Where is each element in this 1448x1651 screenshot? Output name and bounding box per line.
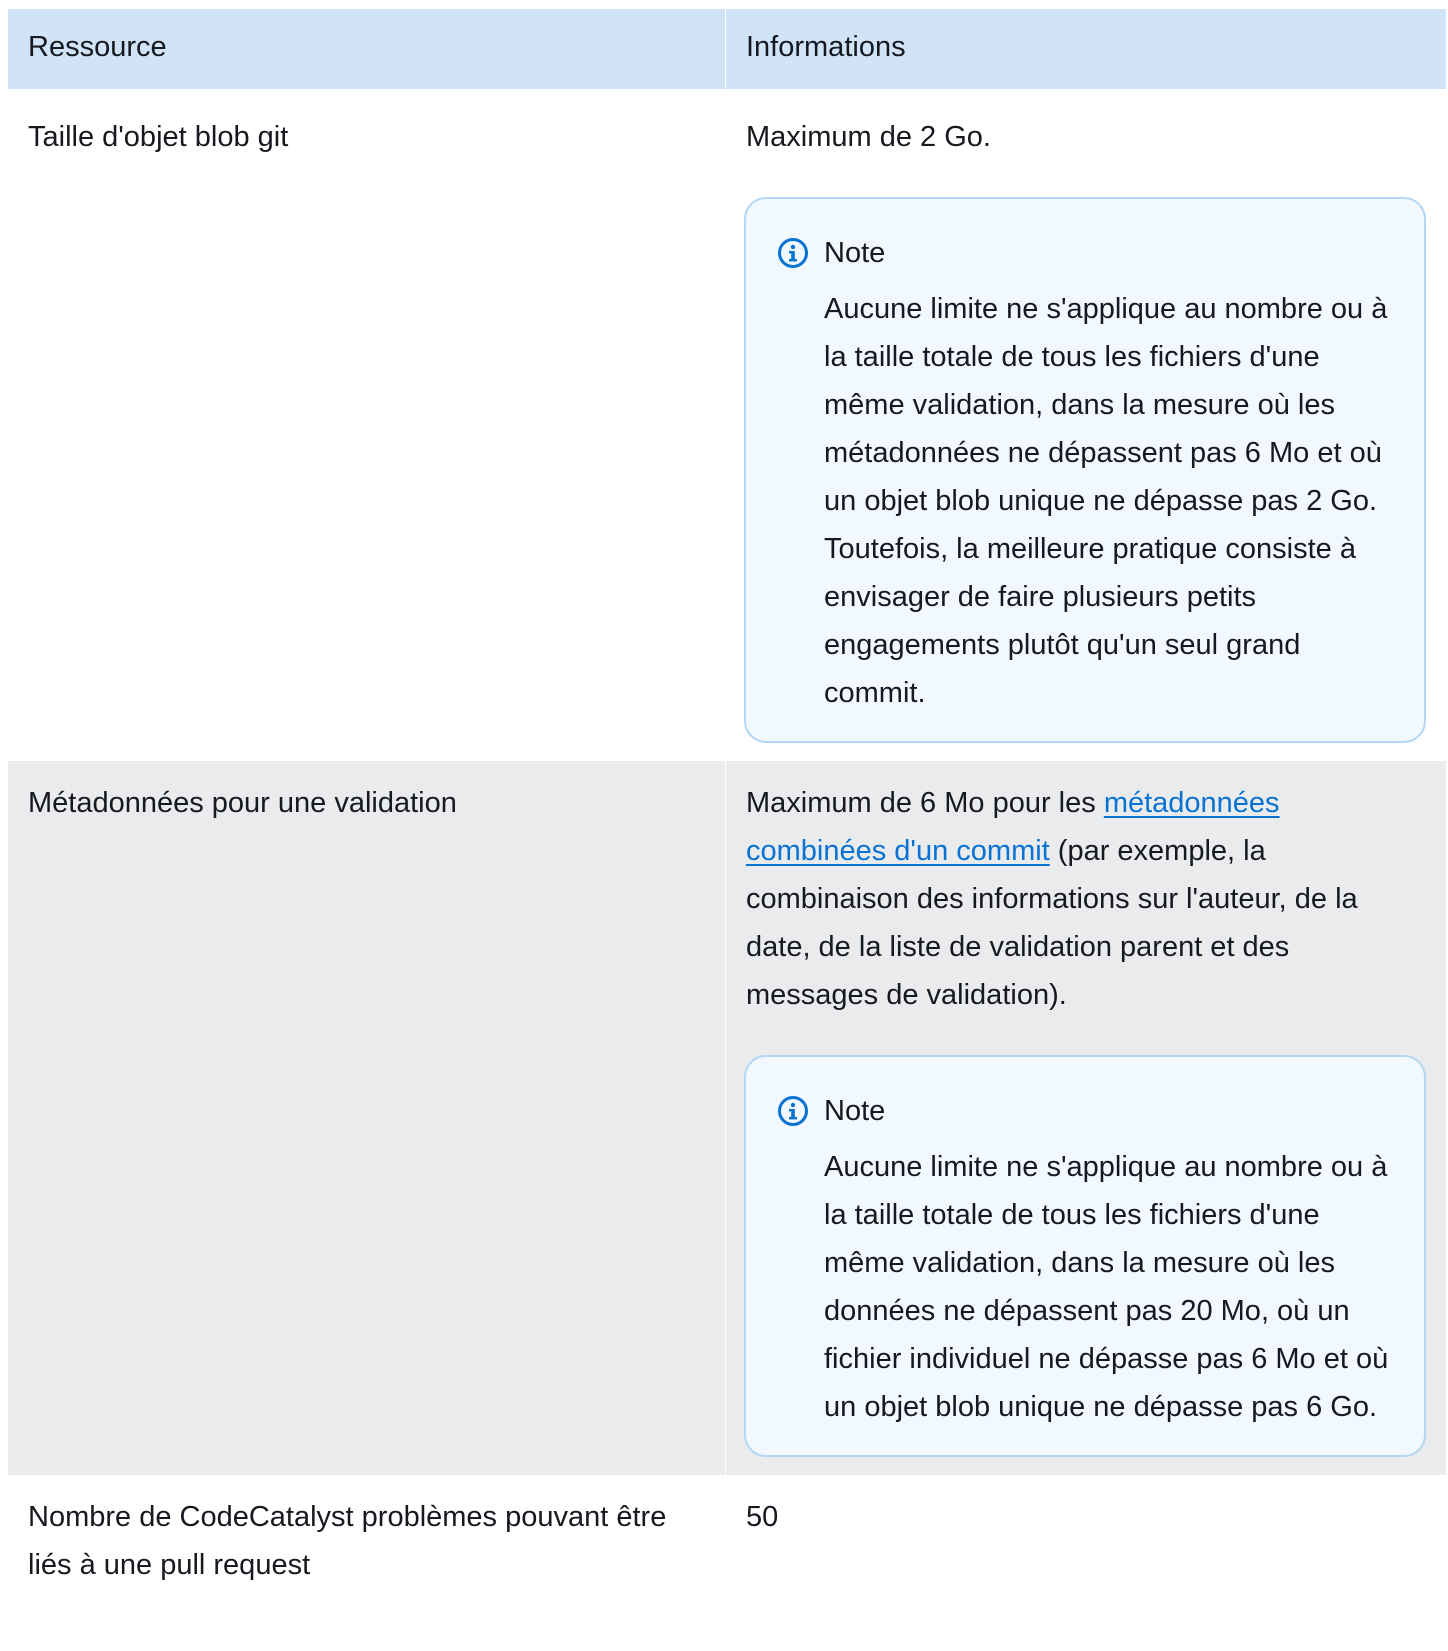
note-header: Note bbox=[776, 1087, 1394, 1135]
table-row: Métadonnées pour une validation Maximum … bbox=[8, 761, 1446, 1475]
note-title: Note bbox=[824, 1095, 886, 1127]
resource-cell: Nombre de CodeCatalyst problèmes pouvant… bbox=[28, 1501, 667, 1581]
info-circle-icon bbox=[776, 236, 810, 270]
table-row: Nombre de CodeCatalyst problèmes pouvant… bbox=[8, 1475, 1446, 1589]
note-header: Note bbox=[776, 229, 1394, 277]
note-box: Note Aucune limite ne s'applique au nomb… bbox=[744, 1055, 1426, 1457]
info-circle-icon bbox=[776, 1094, 810, 1128]
header-resource: Ressource bbox=[8, 9, 726, 89]
info-cell: 50 bbox=[746, 1501, 779, 1533]
header-info: Informations bbox=[746, 31, 906, 63]
info-text: Maximum de 2 Go. bbox=[746, 121, 991, 153]
resource-cell: Taille d'objet blob git bbox=[28, 121, 289, 153]
table-row: Taille d'objet blob git Maximum de 2 Go. bbox=[8, 89, 1446, 761]
info-prefix: Maximum de 6 Mo pour les bbox=[746, 787, 1104, 819]
info-text: Maximum de 6 Mo pour les métadonnées com… bbox=[746, 779, 1426, 1019]
info-cell: Maximum de 2 Go. Note Aucune limite ne s… bbox=[726, 89, 1446, 761]
table-header-row: Ressource Informations bbox=[8, 9, 1446, 89]
note-box: Note Aucune limite ne s'applique au nomb… bbox=[744, 197, 1426, 743]
note-text: Aucune limite ne s'applique au nombre ou… bbox=[824, 293, 1388, 709]
note-title: Note bbox=[824, 237, 886, 269]
note-text: Aucune limite ne s'applique au nombre ou… bbox=[824, 1151, 1389, 1423]
resource-cell: Métadonnées pour une validation bbox=[8, 761, 726, 1475]
limits-table: Ressource Informations Taille d'objet bl… bbox=[8, 9, 1446, 1589]
info-cell: Maximum de 6 Mo pour les métadonnées com… bbox=[726, 761, 1446, 1475]
